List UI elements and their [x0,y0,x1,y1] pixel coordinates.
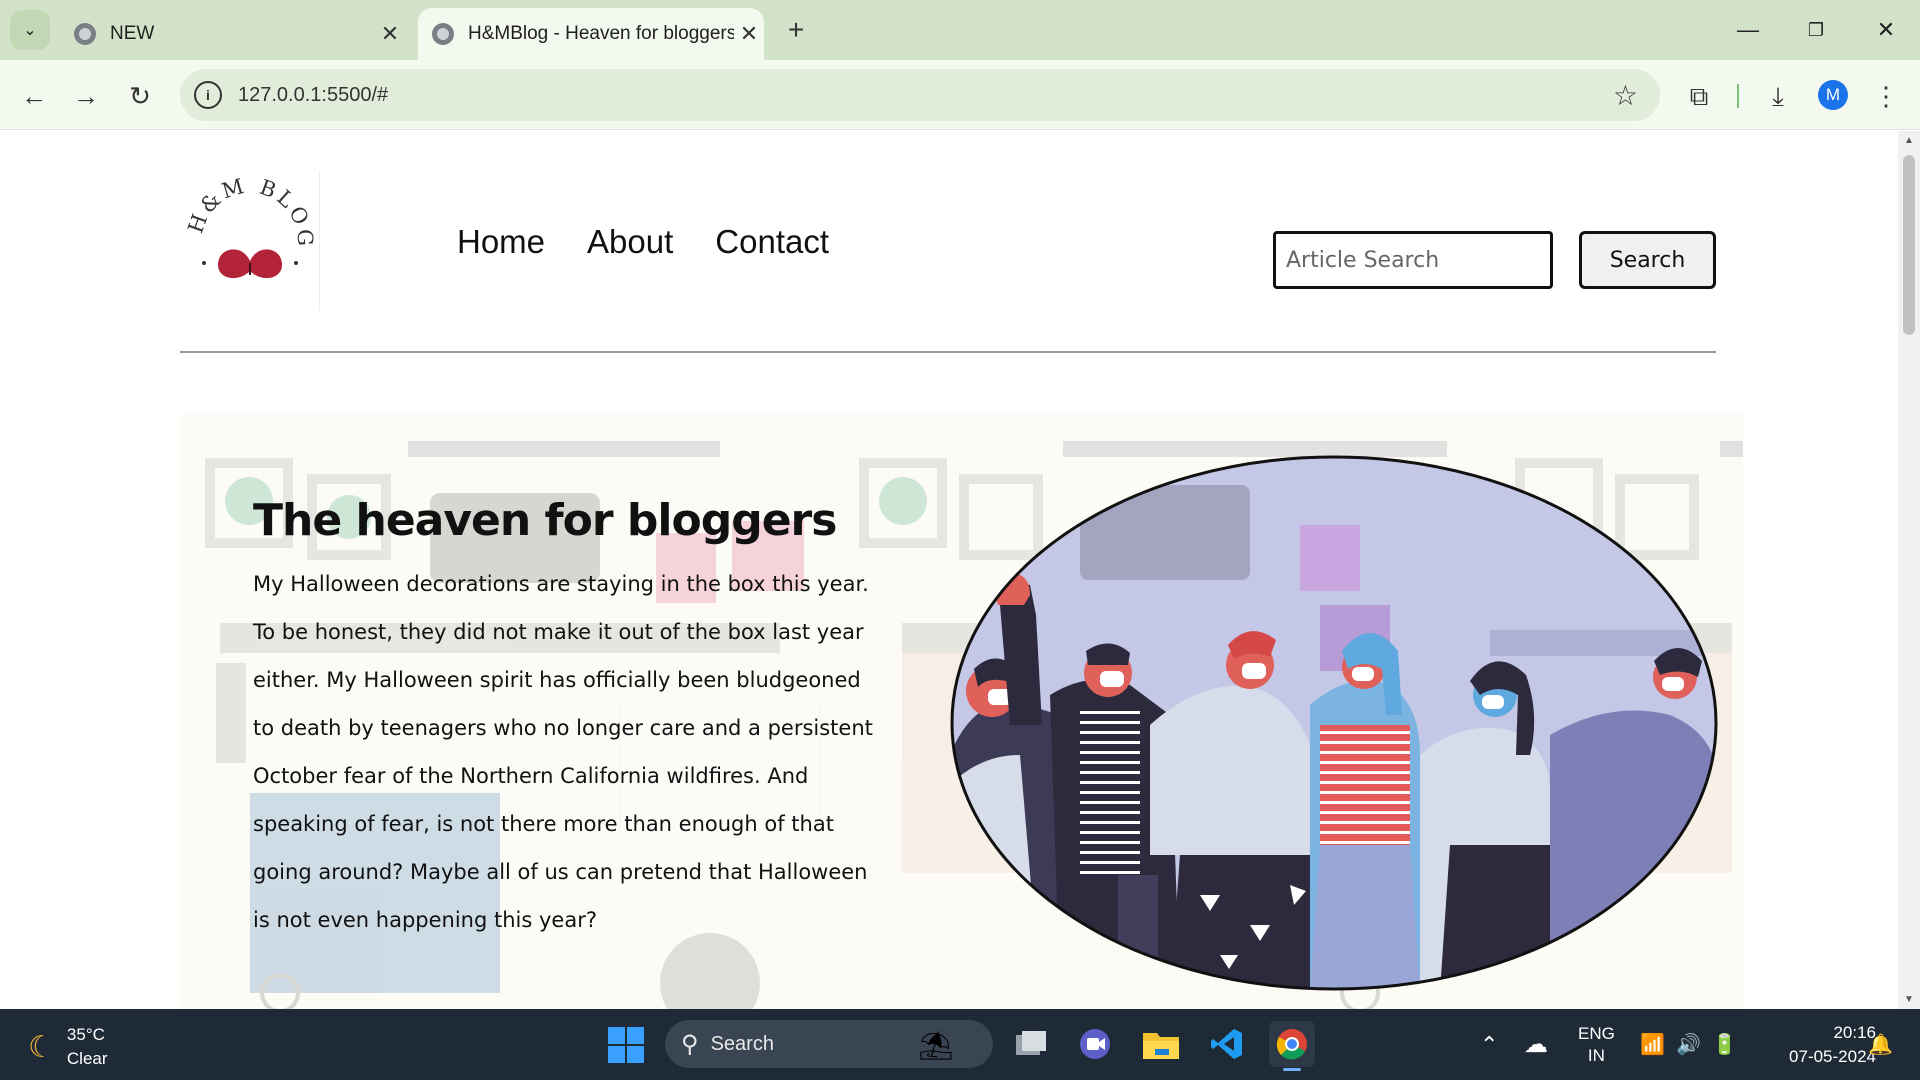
hero-section: The heaven for bloggers My Halloween dec… [180,413,1743,1009]
restore-icon[interactable]: ❐ [1796,12,1836,48]
kebab-menu-icon[interactable]: ⋮ [1866,76,1906,116]
beach-umbrella-icon: ⛱ [918,1030,954,1061]
minimize-icon[interactable]: — [1728,12,1768,48]
header-divider [180,351,1716,353]
nav-home-link[interactable]: Home [457,223,545,261]
download-icon[interactable]: ⤓ [1758,76,1798,116]
tab-search-button[interactable]: ⌄ [10,10,50,50]
logo-lettering: H&M BLOG [183,173,314,249]
close-icon[interactable]: ✕ [734,21,764,47]
browser-toolbar: ← → ↻ i 127.0.0.1:5500/# ☆ ⧉ ⤓ M ⋮ [0,60,1920,130]
scroll-up-arrow-icon[interactable]: ▲ [1904,135,1914,146]
vscode-icon[interactable] [1204,1021,1250,1067]
clock-date: 07-05-2024 [1789,1046,1876,1066]
onedrive-cloud-icon[interactable]: ☁ [1524,1009,1548,1080]
tab-hmblog[interactable]: H&MBlog - Heaven for bloggers ✕ [418,8,764,60]
globe-icon [432,23,454,45]
chevron-up-icon[interactable]: ⌃ [1480,1009,1498,1080]
close-icon[interactable]: ✕ [375,21,405,47]
web-page: H&M BLOG Home About Contact Search [0,131,1898,1009]
close-window-icon[interactable]: ✕ [1866,12,1906,48]
scrollbar-thumb[interactable] [1903,155,1915,335]
people-illustration [950,455,1718,991]
tab-title: H&MBlog - Heaven for bloggers [468,23,734,44]
wifi-icon[interactable]: 📶 [1640,1009,1665,1080]
main-nav: Home About Contact [457,223,829,261]
lang-line1: ENG [1578,1023,1615,1043]
search-button[interactable]: Search [1579,231,1716,289]
teams-meet-icon[interactable] [1072,1021,1118,1067]
weather-temp: 35°C [66,1025,105,1044]
taskbar-search-label: Search [710,1032,774,1055]
task-view-icon[interactable] [1008,1021,1054,1067]
tab-strip: ⌄ NEW ✕ H&MBlog - Heaven for bloggers ✕ … [0,0,1920,60]
reload-icon[interactable]: ↻ [120,76,160,116]
scroll-down-arrow-icon[interactable]: ▼ [1904,994,1914,1005]
new-tab-button[interactable]: + [780,14,812,46]
windows-start-icon[interactable] [608,1027,644,1063]
toolbar-divider [1737,84,1739,108]
site-info-icon[interactable]: i [194,81,222,109]
chrome-icon[interactable] [1269,1021,1315,1071]
url-text[interactable]: 127.0.0.1:5500/# [238,84,388,107]
taskbar: ☾ 35°C Clear ⚲ Search ⛱ ⌃ ☁ ENG IN 📶 🔊 🔋 [0,1009,1920,1080]
hero-title: The heaven for bloggers [253,495,837,546]
hero-paragraph: My Halloween decorations are staying in … [253,572,873,932]
weather-widget[interactable]: ☾ 35°C Clear [28,1023,108,1071]
chevron-down-icon: ⌄ [23,22,37,39]
page-scrollbar[interactable]: ▲ ▼ [1898,131,1920,1009]
battery-icon[interactable]: 🔋 [1712,1009,1737,1080]
extensions-icon[interactable]: ⧉ [1679,76,1719,116]
nav-about-link[interactable]: About [587,223,673,261]
nav-contact-link[interactable]: Contact [715,223,829,261]
back-arrow-icon[interactable]: ← [14,76,54,116]
weather-condition: Clear [66,1049,108,1068]
tab-title: NEW [110,23,155,44]
site-logo[interactable]: H&M BLOG [180,171,320,311]
profile-avatar[interactable]: M [1818,80,1848,110]
moon-icon: ☾ [28,1030,55,1064]
language-indicator[interactable]: ENG IN [1578,1009,1615,1080]
volume-icon[interactable]: 🔊 [1676,1009,1701,1080]
article-search-input[interactable] [1273,231,1553,289]
clock[interactable]: 20:16 07-05-2024 [1760,1009,1876,1080]
notification-bell-icon[interactable]: 🔔 [1868,1009,1893,1080]
file-explorer-icon[interactable] [1138,1021,1184,1067]
address-bar[interactable]: i 127.0.0.1:5500/# ☆ [180,69,1660,121]
globe-icon [74,23,96,45]
search-icon: ⚲ [681,1030,699,1058]
svg-text:H&M BLOG: H&M BLOG [183,173,317,249]
forward-arrow-icon[interactable]: → [66,76,106,116]
lang-line2: IN [1587,1045,1605,1065]
tab-new[interactable]: NEW ✕ [60,8,405,60]
bookmark-star-icon[interactable]: ☆ [1613,79,1638,112]
